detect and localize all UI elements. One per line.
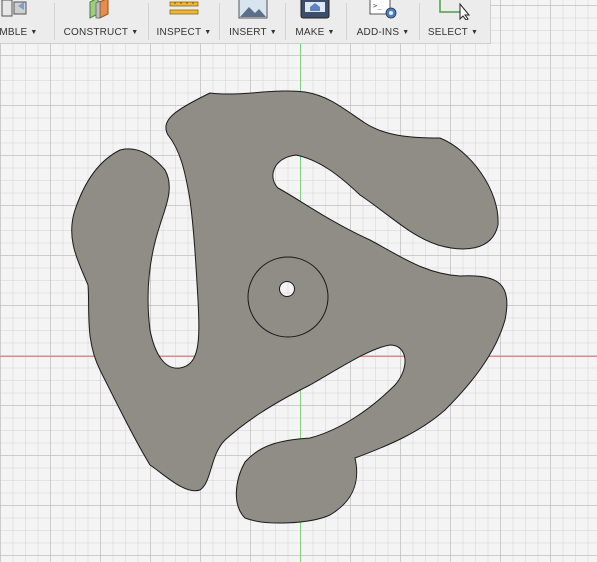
toolbar-separator xyxy=(54,3,55,40)
scripts-addins-icon: >_ xyxy=(369,0,397,19)
construct-plane-icon xyxy=(89,0,109,19)
adapter-outline[interactable] xyxy=(71,90,508,524)
toolbar-separator xyxy=(219,3,220,40)
add-ins-menu[interactable]: >_ ADD-INS ▼ xyxy=(351,0,415,43)
select-menu[interactable]: SELECT ▼ xyxy=(424,0,482,43)
inspect-menu[interactable]: INSPECT ▼ xyxy=(154,0,214,43)
measure-ruler-icon xyxy=(169,1,199,15)
select-cursor-icon xyxy=(439,0,470,20)
construct-menu[interactable]: CONSTRUCT ▼ xyxy=(60,0,142,43)
make-menu[interactable]: MAKE ▼ xyxy=(290,0,340,43)
toolbar-separator xyxy=(346,3,347,40)
assemble-icon xyxy=(1,0,27,17)
svg-text:>_: >_ xyxy=(373,2,382,10)
toolbar-separator xyxy=(285,3,286,40)
toolbar: EMBLE▼ CONSTRUCT▼ INSPECT▼ INSERT▼ xyxy=(0,0,491,44)
insert-menu[interactable]: INSERT ▼ xyxy=(225,0,281,43)
3d-print-icon xyxy=(300,0,330,19)
insert-image-icon xyxy=(238,0,268,19)
toolbar-separator xyxy=(419,3,420,40)
toolbar-separator xyxy=(148,3,149,40)
assemble-menu[interactable]: EMBLE▼ xyxy=(0,0,44,43)
record-adapter-body[interactable] xyxy=(0,0,597,562)
